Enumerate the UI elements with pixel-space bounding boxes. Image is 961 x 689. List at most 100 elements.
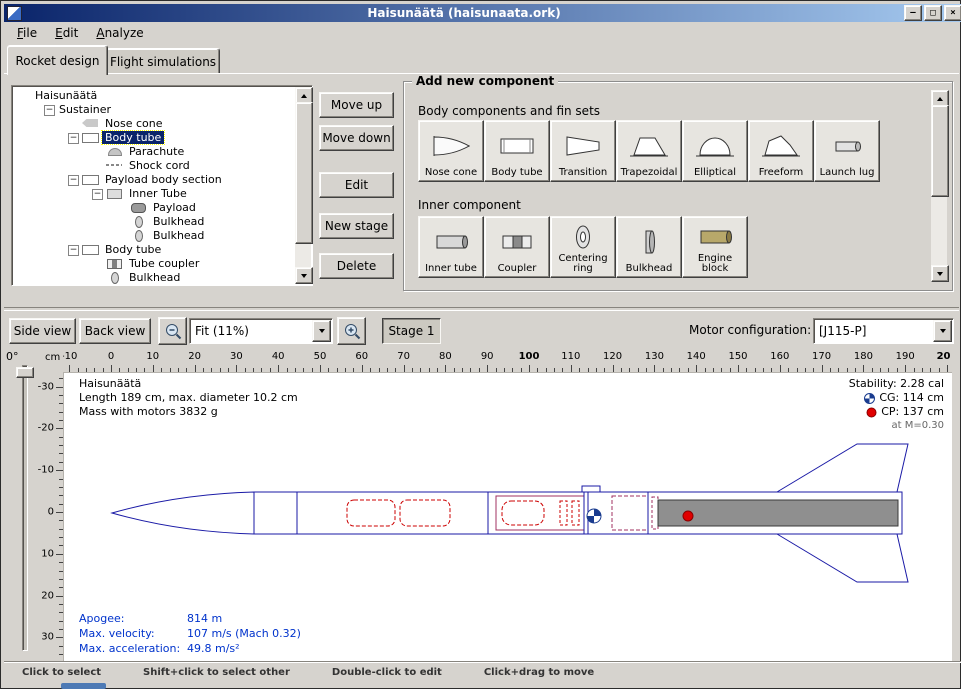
rocket-canvas[interactable]: Haisunäätä Length 189 cm, max. diameter … (63, 372, 952, 663)
add-inner-tube-button[interactable]: Inner tube (418, 216, 484, 278)
menu-edit[interactable]: Edit (46, 23, 87, 43)
add-elliptical-fin-button[interactable]: Elliptical (682, 120, 748, 182)
acceleration-value: 49.8 m/s² (187, 642, 240, 655)
ruler-tick (56, 637, 63, 638)
stage-1-toggle[interactable]: Stage 1 (382, 318, 441, 344)
tree-item-label: Parachute (126, 145, 187, 158)
minimize-button[interactable]: ‒ (904, 5, 922, 21)
motor-configuration-select[interactable]: [J115-P] (813, 318, 954, 344)
ruler-unit-label: cm (45, 352, 60, 363)
tree-item-bulkhead[interactable]: Bulkhead (13, 214, 295, 228)
ruler-label: 190 (896, 351, 915, 362)
tree-item-body-tube[interactable]: Body tube (13, 242, 295, 256)
edit-button[interactable]: Edit (319, 172, 394, 198)
tree-item-haisunäätä[interactable]: Haisunäätä (13, 88, 295, 102)
rocket-name: Haisunäätä (79, 377, 298, 391)
tab-rocket-design[interactable]: Rocket design (7, 45, 108, 75)
add-body-tube-button[interactable]: Body tube (484, 120, 550, 182)
tab-flight-simulations[interactable]: Flight simulations (106, 48, 220, 74)
tree-scrollbar[interactable] (295, 87, 311, 284)
zoom-in-button[interactable] (337, 317, 366, 345)
tree-item-shock-cord[interactable]: Shock cord (13, 158, 295, 172)
tree-item-bulkhead[interactable]: Bulkhead (13, 270, 295, 284)
ruler-tick (613, 365, 614, 372)
add-transition-button[interactable]: Transition (550, 120, 616, 182)
tree-expander-icon[interactable] (67, 244, 80, 255)
back-view-button[interactable]: Back view (79, 318, 151, 344)
add-bulkhead-button[interactable]: Bulkhead (616, 216, 682, 278)
add-freeform-fin-button[interactable]: Freeform (748, 120, 814, 182)
title-bar: Haisunäätä (haisunaata.ork) ‒ □ × (4, 4, 961, 22)
ruler-label: 130 (645, 351, 664, 362)
ruler-label: 140 (687, 351, 706, 362)
ruler-label: 160 (770, 351, 789, 362)
stability-info: Stability: 2.28 cal CG: 114 cm CP: 137 c… (849, 377, 944, 433)
fin-top[interactable] (777, 444, 908, 492)
add-launch-lug-button[interactable]: Launch lug (814, 120, 880, 182)
tree-item-inner-tube[interactable]: Inner Tube (13, 186, 295, 200)
ruler-tick (320, 365, 321, 372)
ruler-tick (69, 365, 70, 372)
mach-note: at M=0.30 (849, 419, 944, 433)
cg-value: CG: 114 cm (879, 391, 944, 405)
tree-expander-icon[interactable] (67, 132, 80, 143)
ruler-label: 20 (41, 590, 54, 601)
tree-item-body-tube[interactable]: Body tube (13, 130, 295, 144)
tree-item-label: Haisunäätä (32, 89, 100, 102)
tree-item-sustainer[interactable]: Sustainer (13, 102, 295, 116)
move-down-button[interactable]: Move down (319, 125, 394, 151)
add-coupler-button[interactable]: Coupler (484, 216, 550, 278)
palette-scrollbar[interactable] (931, 90, 947, 282)
fin-bottom[interactable] (777, 534, 908, 582)
menu-file[interactable]: File (8, 23, 46, 43)
component-tree[interactable]: HaisunäätäSustainerNose coneBody tubePar… (13, 87, 295, 284)
side-view-button[interactable]: Side view (9, 318, 76, 344)
menu-analyze[interactable]: Analyze (87, 23, 152, 43)
tree-expander-icon[interactable] (91, 188, 104, 199)
tree-expander-icon[interactable] (67, 174, 80, 185)
cg-marker (587, 509, 601, 523)
add-centering-ring-button[interactable]: Centering ring (550, 216, 616, 278)
tree-item-label: Nose cone (102, 117, 165, 130)
centering-ring-icon (561, 224, 605, 250)
add-nose-cone-button[interactable]: Nose cone (418, 120, 484, 182)
ruler-label: 20 (188, 351, 201, 362)
ruler-label: 10 (41, 548, 54, 559)
close-button[interactable]: × (944, 5, 961, 21)
tree-item-payload[interactable]: Payload (13, 200, 295, 214)
motor-shape[interactable] (658, 500, 898, 526)
delete-button[interactable]: Delete (319, 253, 394, 279)
launch-lug-shape[interactable] (582, 486, 600, 492)
maximize-button[interactable]: □ (924, 5, 942, 21)
chevron-down-icon[interactable] (312, 320, 331, 342)
zoom-select[interactable]: Fit (11%) (189, 318, 333, 344)
new-stage-button[interactable]: New stage (319, 213, 394, 239)
tree-item-tube-coupler[interactable]: Tube coupler (13, 256, 295, 270)
engine-block-icon (693, 224, 737, 250)
nose-cone-shape[interactable] (112, 492, 254, 534)
scroll-down-icon[interactable] (295, 267, 313, 284)
tree-item-nose-cone[interactable]: Nose cone (13, 116, 295, 130)
ruler-tick (780, 365, 781, 372)
tree-item-label: Sustainer (56, 103, 114, 116)
ruler-label: 90 (481, 351, 494, 362)
tree-item-parachute[interactable]: Parachute (13, 144, 295, 158)
tree-item-bulkhead[interactable]: Bulkhead (13, 228, 295, 242)
nosecone-icon (80, 118, 102, 129)
chevron-down-icon[interactable] (933, 320, 952, 342)
add-engine-block-button[interactable]: Engine block (682, 216, 748, 278)
ruler-label: 110 (561, 351, 580, 362)
parachute-icon (104, 146, 126, 157)
tree-item-payload-body-section[interactable]: Payload body section (13, 172, 295, 186)
tree-expander-icon[interactable] (43, 104, 56, 115)
scrollbar-thumb[interactable] (931, 105, 949, 197)
ruler-tick (362, 365, 363, 372)
coupler-icon (104, 258, 126, 269)
tree-expander-spacer (91, 160, 104, 171)
add-trapezoidal-fin-button[interactable]: Trapezoidal (616, 120, 682, 182)
scroll-down-icon[interactable] (931, 265, 949, 282)
scrollbar-thumb[interactable] (295, 102, 313, 244)
rotation-slider-track[interactable] (22, 365, 28, 651)
move-up-button[interactable]: Move up (319, 92, 394, 118)
zoom-out-button[interactable] (158, 317, 187, 345)
